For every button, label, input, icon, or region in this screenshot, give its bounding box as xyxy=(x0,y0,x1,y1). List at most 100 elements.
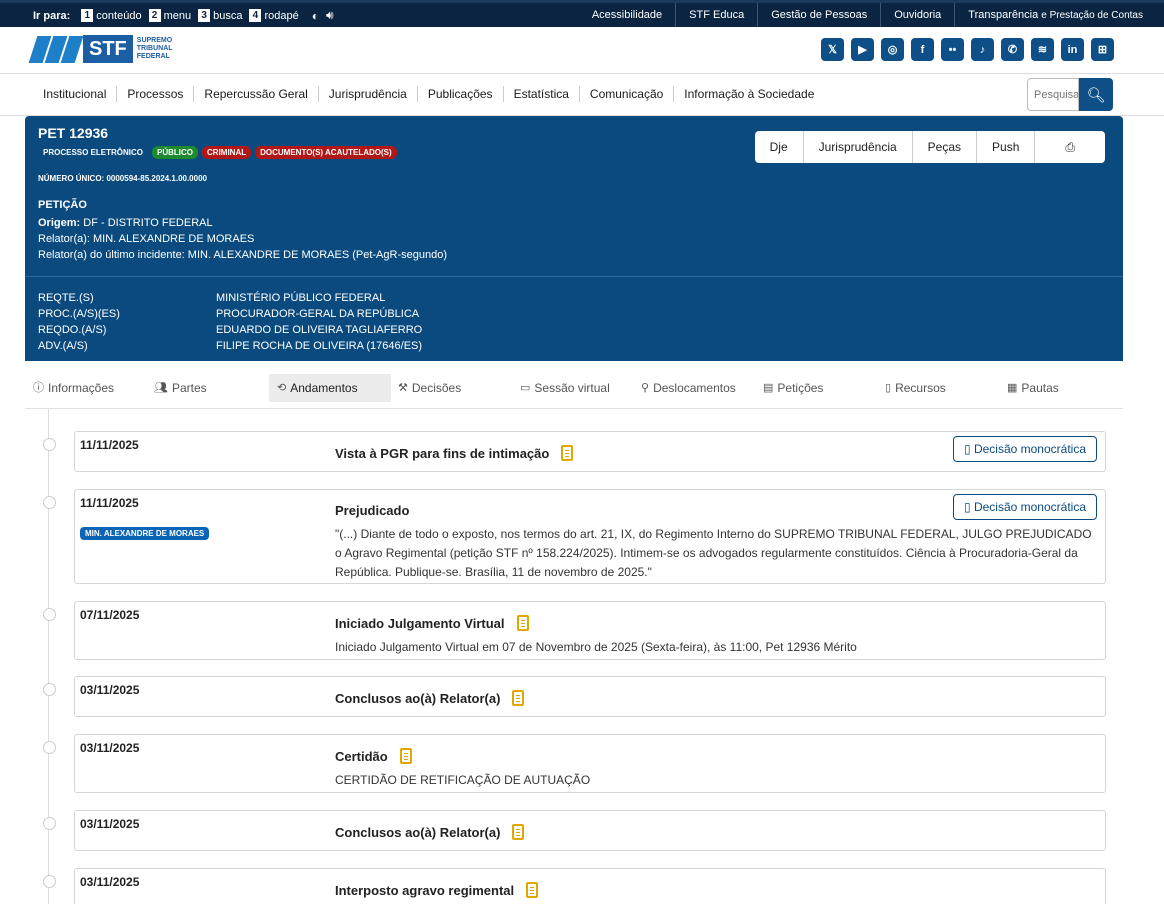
nav-repercussao-geral[interactable]: Repercussão Geral xyxy=(193,86,317,102)
entry-title: Conclusos ao(à) Relator(a) xyxy=(335,824,501,840)
nav-institucional[interactable]: Institucional xyxy=(33,86,116,102)
tab-decisoes[interactable]: ⚒ Decisões xyxy=(398,374,461,402)
stf-logo[interactable]: STF SUPREMO TRIBUNAL FEDERAL xyxy=(28,35,173,63)
dje-button[interactable]: Dje xyxy=(755,131,803,163)
timeline-dot xyxy=(43,741,56,754)
skip-link-search[interactable]: busca xyxy=(213,10,242,22)
rapporteur: Relator(a): MIN. ALEXANDRE DE MORAES xyxy=(38,233,255,245)
nav-jurisprudencia[interactable]: Jurisprudência xyxy=(317,86,417,102)
timeline-dot xyxy=(43,496,56,509)
link-accessibility[interactable]: Acessibilidade xyxy=(579,3,675,27)
file-icon: ▯ xyxy=(963,500,971,514)
entry-description: Iniciado Julgamento Virtual em 07 de Nov… xyxy=(335,640,857,654)
entry-title: Interposto agravo regimental xyxy=(335,882,515,898)
skip-num-4[interactable]: 4 xyxy=(249,9,262,22)
nav-estatistica[interactable]: Estatística xyxy=(502,86,579,102)
flickr-icon[interactable]: •• xyxy=(941,38,964,61)
document-icon[interactable] xyxy=(526,882,539,898)
push-button[interactable]: Push xyxy=(976,131,1034,163)
timeline-entry: 03/11/2025 Certidão CERTIDÃO DE RETIFICA… xyxy=(43,734,1106,793)
grid-icon[interactable]: ⊞ xyxy=(1091,38,1114,61)
skip-link-footer[interactable]: rodapé xyxy=(264,10,298,22)
document-icon[interactable] xyxy=(512,690,525,706)
tab-recursos[interactable]: ▯ Recursos xyxy=(885,374,946,402)
document-icon[interactable] xyxy=(399,748,412,764)
tab-label: Petições xyxy=(777,381,824,395)
jurisprudence-button[interactable]: Jurisprudência xyxy=(802,131,912,163)
calendar-icon: ▦ xyxy=(1007,382,1018,394)
andamentos-timeline: 11/11/2025 Vista à PGR para fins de inti… xyxy=(25,409,1123,904)
decision-button-label: Decisão monocrática xyxy=(973,500,1086,514)
audio-icon[interactable]: 🔊︎ xyxy=(326,8,334,23)
tab-label: Informações xyxy=(48,381,115,395)
process-actions: Dje Jurisprudência Peças Push ⎙ xyxy=(754,131,1105,163)
pieces-button[interactable]: Peças xyxy=(911,131,976,163)
search-input[interactable] xyxy=(1027,78,1079,111)
print-button[interactable]: ⎙ xyxy=(1034,131,1105,163)
nav-publicacoes[interactable]: Publicações xyxy=(416,86,503,102)
document-icon[interactable] xyxy=(516,615,529,631)
facebook-icon[interactable]: f xyxy=(911,38,934,61)
tab-partes[interactable]: 👥︎ Partes xyxy=(154,374,207,402)
logo-bars-icon xyxy=(28,35,84,63)
decision-button[interactable]: ▯ Decisão monocrática xyxy=(952,494,1097,520)
print-icon: ⎙ xyxy=(1065,140,1075,154)
process-title: PET 12936 xyxy=(38,125,109,141)
tab-peticoes[interactable]: ▤ Petições xyxy=(763,374,823,402)
entry-date: 11/11/2025 xyxy=(80,438,139,452)
spotify-icon[interactable]: ≋ xyxy=(1031,38,1054,61)
skip-num-3[interactable]: 3 xyxy=(198,9,211,22)
entry-date: 03/11/2025 xyxy=(80,875,140,889)
entry-date: 03/11/2025 xyxy=(80,741,140,755)
tab-deslocamentos[interactable]: ⚲ Deslocamentos xyxy=(641,374,736,402)
linkedin-icon[interactable]: in xyxy=(1061,38,1084,61)
contrast-icon[interactable]: ◐ xyxy=(312,9,319,23)
document-icon[interactable] xyxy=(561,445,574,461)
instagram-icon[interactable]: ◎ xyxy=(881,38,904,61)
link-transparency[interactable]: Transparência e Prestação de Contas xyxy=(954,2,1156,28)
tiktok-icon[interactable]: ♪ xyxy=(971,38,994,61)
skip-num-1[interactable]: 1 xyxy=(81,9,94,22)
tab-pautas[interactable]: ▦ Pautas xyxy=(1007,374,1059,402)
decision-button[interactable]: ▯ Decisão monocrática xyxy=(952,436,1097,462)
x-icon[interactable]: 𝕏 xyxy=(821,38,844,61)
logo-text: STF xyxy=(83,35,133,63)
entry-title: Conclusos ao(à) Relator(a) xyxy=(335,690,501,706)
tab-andamentos[interactable]: ⟲ Andamentos xyxy=(269,374,391,402)
skip-link-menu[interactable]: menu xyxy=(164,10,192,22)
youtube-icon[interactable]: ▶ xyxy=(851,38,874,61)
tab-informacoes[interactable]: ⓘ Informações xyxy=(33,374,114,402)
link-people-management[interactable]: Gestão de Pessoas xyxy=(757,3,880,27)
skip-label: Ir para: xyxy=(33,9,71,22)
tab-label: Partes xyxy=(171,381,207,395)
timeline-dot xyxy=(43,817,56,830)
logo-sub-1: SUPREMO xyxy=(136,37,173,44)
map-pin-icon: ⚲ xyxy=(641,382,650,394)
party-row: PROC.(A/S)(ES) PROCURADOR-GERAL DA REPÚBL… xyxy=(38,306,422,322)
skip-num-2[interactable]: 2 xyxy=(148,9,161,22)
entry-description: CERTIDÃO DE RETIFICAÇÃO DE AUTUAÇÃO xyxy=(335,773,591,787)
document-icon[interactable] xyxy=(512,824,525,840)
party-role: PROC.(A/S)(ES) xyxy=(38,308,120,320)
parties-list: REQTE.(S) MINISTÉRIO PÚBLICO FEDERAL PROC… xyxy=(38,290,422,354)
link-ombudsman[interactable]: Ouvidoria xyxy=(880,3,954,27)
tab-label: Decisões xyxy=(411,381,462,395)
entry-title: Vista à PGR para fins de intimação xyxy=(335,445,550,461)
skip-link-content[interactable]: conteúdo xyxy=(96,10,141,22)
nav-processos[interactable]: Processos xyxy=(116,86,193,102)
nav-comunicacao[interactable]: Comunicação xyxy=(578,86,673,102)
entry-date: 03/11/2025 xyxy=(80,817,140,831)
entry-title-row: Prejudicado xyxy=(335,503,409,518)
whatsapp-icon[interactable]: ✆ xyxy=(1001,38,1024,61)
transparency-small: e Prestação de Contas xyxy=(1041,9,1143,21)
link-stf-educa[interactable]: STF Educa xyxy=(675,3,757,27)
tab-label: Sessão virtual xyxy=(534,381,610,395)
search-button[interactable]: 🔍︎ xyxy=(1079,78,1113,111)
party-role: REQDO.(A/S) xyxy=(38,324,107,336)
unique-number: NÚMERO ÚNICO: 0000594-85.2024.1.00.0000 xyxy=(38,174,207,183)
tab-sessao-virtual[interactable]: ▭ Sessão virtual xyxy=(520,374,610,402)
origin-row: Origem: DF - DISTRITO FEDERAL xyxy=(38,215,447,231)
tab-label: Pautas xyxy=(1021,381,1059,395)
tab-label: Andamentos xyxy=(290,381,358,395)
nav-informacao-sociedade[interactable]: Informação à Sociedade xyxy=(673,86,824,102)
